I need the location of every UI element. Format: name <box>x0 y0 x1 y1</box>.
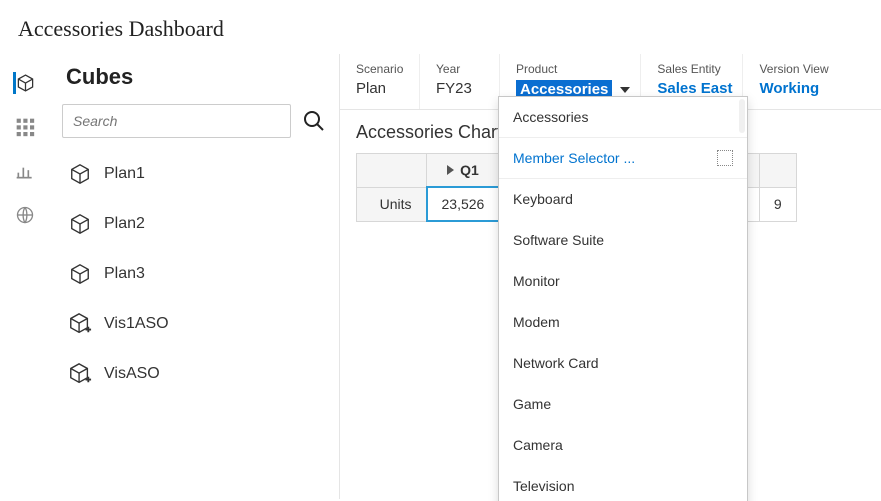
cube-item-vis1aso[interactable]: Vis1ASO <box>62 302 331 346</box>
pov-label: Scenario <box>356 62 409 76</box>
pov-label: Sales Entity <box>657 62 732 76</box>
dropdown-item-accessories[interactable]: Accessories <box>499 97 747 138</box>
globe-icon[interactable] <box>14 204 36 226</box>
cube-item-label: Vis1ASO <box>104 315 169 333</box>
dropdown-item[interactable]: Network Card <box>499 343 747 384</box>
cube-item-label: VisASO <box>104 365 160 383</box>
bars-icon[interactable] <box>14 160 36 182</box>
dropdown-item[interactable]: Software Suite <box>499 220 747 261</box>
nav-rail <box>0 54 50 499</box>
sidebar: Cubes Plan1 Plan2 Plan3 Vis1ASO <box>50 54 340 499</box>
cube-item-visaso[interactable]: VisASO <box>62 352 331 396</box>
grid-col-end <box>759 154 796 188</box>
pov-label: Year <box>436 62 489 76</box>
pov-scenario[interactable]: Scenario Plan <box>340 54 420 109</box>
pov-version-view[interactable]: Version View Working <box>743 54 838 109</box>
cube-plus-icon <box>68 362 92 386</box>
cube-item-label: Plan1 <box>104 165 145 183</box>
grid-cell[interactable]: 9 <box>759 187 796 221</box>
cube-item-plan3[interactable]: Plan3 <box>62 252 331 296</box>
selector-icon <box>717 150 733 166</box>
dropdown-item[interactable]: Modem <box>499 302 747 343</box>
sidebar-title: Cubes <box>62 64 331 90</box>
pov-year[interactable]: Year FY23 <box>420 54 500 109</box>
scrollbar[interactable] <box>739 99 745 133</box>
dropdown-item[interactable]: Camera <box>499 425 747 466</box>
pov-label: Product <box>516 62 630 76</box>
pov-value: Plan <box>356 80 409 97</box>
product-dropdown: Accessories Member Selector ... Keyboard… <box>498 96 748 501</box>
search-icon[interactable] <box>297 104 331 138</box>
expand-icon <box>447 165 454 175</box>
cube-item-plan2[interactable]: Plan2 <box>62 202 331 246</box>
cube-list: Plan1 Plan2 Plan3 Vis1ASO VisASO <box>62 152 331 396</box>
dropdown-item[interactable]: Keyboard <box>499 179 747 220</box>
grid-row-header[interactable]: Units <box>357 187 427 221</box>
cube-item-label: Plan3 <box>104 265 145 283</box>
chevron-down-icon <box>620 87 630 93</box>
dropdown-item[interactable]: Television <box>499 466 747 501</box>
page-title: Accessories Dashboard <box>18 16 863 42</box>
pov-value: Working <box>759 80 828 97</box>
cube-icon <box>68 262 92 286</box>
dropdown-item[interactable]: Game <box>499 384 747 425</box>
page-header: Accessories Dashboard <box>0 0 881 54</box>
pov-label: Version View <box>759 62 828 76</box>
grid-corner <box>357 154 427 188</box>
cube-icon[interactable] <box>13 72 35 94</box>
cube-icon <box>68 162 92 186</box>
member-selector-label: Member Selector ... <box>513 150 635 166</box>
dropdown-item[interactable]: Monitor <box>499 261 747 302</box>
pov-value: Sales East <box>657 80 732 97</box>
cube-item-label: Plan2 <box>104 215 145 233</box>
pov-value: FY23 <box>436 80 489 97</box>
grid-icon[interactable] <box>14 116 36 138</box>
cube-plus-icon <box>68 312 92 336</box>
grid-col-header[interactable]: Q1 <box>427 154 500 188</box>
cube-icon <box>68 212 92 236</box>
cube-item-plan1[interactable]: Plan1 <box>62 152 331 196</box>
search-input[interactable] <box>62 104 291 138</box>
grid-cell-selected[interactable]: 23,526 <box>427 187 500 221</box>
main-content: Scenario Plan Year FY23 Product Accessor… <box>340 54 881 499</box>
dropdown-member-selector[interactable]: Member Selector ... <box>499 138 747 179</box>
